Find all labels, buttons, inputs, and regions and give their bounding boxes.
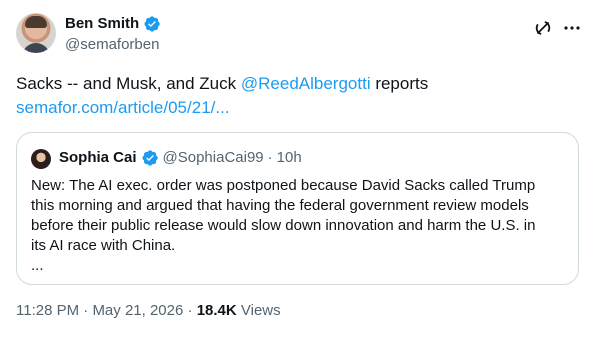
author-avatar[interactable] [16, 13, 56, 53]
more-icon[interactable] [562, 18, 582, 38]
mention-link[interactable]: @ReedAlbergotti [241, 74, 371, 93]
quote-author-handle[interactable]: @SophiaCai99 [163, 148, 264, 168]
quote-text-line: New: The AI exec. order was postponed be… [31, 177, 536, 194]
views-count[interactable]: 18.4K [197, 302, 237, 319]
verified-badge-icon [143, 15, 161, 33]
tweet-text-before: Sacks -- and Musk, and Zuck [16, 74, 241, 93]
quote-text-line: this morning and argued that having the … [31, 197, 529, 214]
quoted-tweet[interactable]: Sophia Cai @SophiaCai99 · 10h New: The A… [16, 132, 579, 285]
author-name-row[interactable]: Ben Smith [65, 14, 161, 34]
tweet-text-line: Sacks -- and Musk, and Zuck @ReedAlbergo… [16, 72, 576, 96]
quote-separator: · [267, 149, 273, 166]
author-handle[interactable]: @semaforben [65, 35, 159, 55]
verified-badge-icon [141, 149, 159, 167]
quote-author-avatar[interactable] [31, 149, 51, 169]
quote-timestamp[interactable]: 10h [277, 148, 302, 168]
meta-separator: · [183, 302, 197, 319]
tweet-text: Sacks -- and Musk, and Zuck @ReedAlbergo… [16, 72, 576, 120]
tweet-meta: 11:28 PM · May 21, 2026 · 18.4K Views [16, 301, 281, 321]
quote-text-line: its AI race with China. [31, 237, 176, 254]
meta-separator: · [79, 302, 93, 319]
quote-header: Sophia Cai @SophiaCai99 · 10h [59, 148, 302, 168]
quote-author-name[interactable]: Sophia Cai [59, 148, 137, 168]
views-label: Views [236, 302, 281, 319]
article-link[interactable]: semafor.com/article/05/21/... [16, 96, 576, 120]
tweet-time[interactable]: 11:28 PM [16, 302, 79, 319]
quote-text-line: ... [31, 257, 44, 274]
tweet-date[interactable]: May 21, 2026 [92, 302, 183, 319]
quote-text-line: before their public release would slow d… [31, 217, 536, 234]
grok-icon[interactable] [533, 18, 553, 38]
author-name[interactable]: Ben Smith [65, 14, 139, 34]
tweet-text-after: reports [370, 74, 429, 93]
quote-text: New: The AI exec. order was postponed be… [31, 176, 571, 276]
tweet-card: Ben Smith @semaforben Sacks -- and Musk,… [0, 0, 595, 337]
